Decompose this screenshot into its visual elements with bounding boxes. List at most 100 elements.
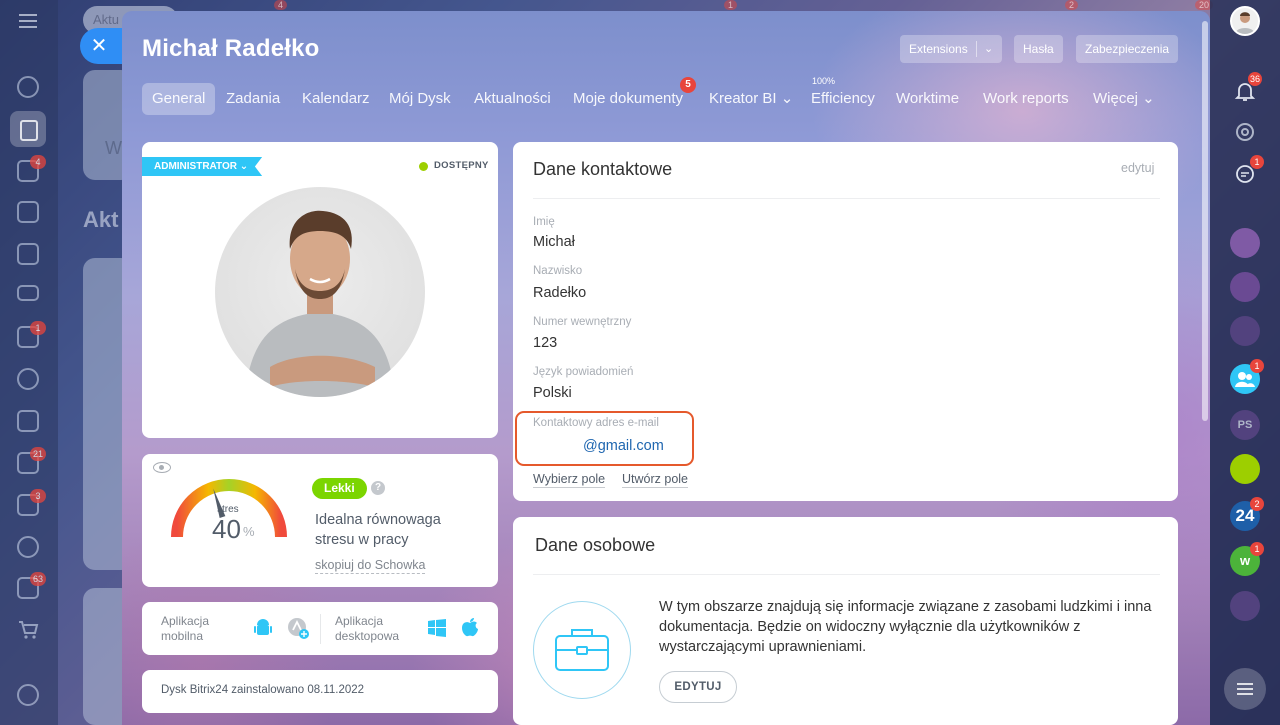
w-app-badge: 1	[1250, 542, 1264, 556]
copy-to-clipboard-link[interactable]: skopiuj do Schowka	[315, 558, 426, 574]
drive-icon[interactable]	[17, 285, 39, 301]
stress-value: 40	[212, 514, 241, 544]
briefcase-icon	[533, 601, 631, 699]
personal-data-card: Dane osobowe W tym obszarze znajdują się…	[513, 517, 1178, 725]
profile-avatar[interactable]	[215, 187, 425, 397]
stress-unit: %	[243, 524, 255, 539]
mobile-app-label: Aplikacja mobilna	[161, 614, 210, 643]
status-label: DOSTĘPNY	[434, 160, 489, 171]
divider	[533, 198, 1160, 199]
contact-section-title: Dane kontaktowe	[533, 159, 673, 179]
extension-number-label: Numer wewnętrzny	[533, 316, 632, 328]
notification-language-value: Polski	[533, 385, 572, 401]
personal-section-title: Dane osobowe	[535, 535, 656, 555]
status-indicator	[419, 162, 428, 171]
copilot-icon[interactable]	[1230, 591, 1260, 621]
chat-badge: 1	[1250, 155, 1264, 169]
background-heading: Akt	[83, 207, 119, 232]
scrollbar[interactable]	[1202, 21, 1208, 421]
tab-my-documents[interactable]: Moje dokumenty	[573, 83, 683, 115]
android-icon[interactable]	[254, 618, 272, 638]
chat-badge: 4	[30, 155, 46, 169]
copilot-icon[interactable]	[1230, 316, 1260, 346]
menu-icon	[1237, 683, 1253, 695]
menu-icon[interactable]	[19, 14, 37, 28]
settings-icon[interactable]	[17, 684, 39, 706]
contact-data-card: Dane kontaktowe edytuj Imię Michał Nazwi…	[513, 142, 1178, 501]
sidebar-menu-button[interactable]	[1224, 668, 1266, 710]
user-avatar[interactable]	[1230, 6, 1260, 36]
last-name-value: Radełko	[533, 285, 587, 301]
extension-number-value: 123	[533, 335, 558, 351]
tab-tasks[interactable]: Zadania	[226, 83, 280, 115]
drive-installed-text: Dysk Bitrix24 zainstalowano 08.11.2022	[161, 684, 365, 696]
mail-badge: 1	[30, 321, 46, 335]
cart-icon[interactable]	[17, 619, 39, 641]
first-name-value: Michał	[533, 234, 575, 250]
first-name-label: Imię	[533, 216, 555, 228]
filter-badge: 63	[30, 572, 47, 586]
apps-card: Aplikacja mobilna Aplikacja desktopowa	[142, 602, 498, 655]
personal-description: W tym obszarze znajdują się informacje z…	[659, 599, 1152, 655]
tab-work-reports[interactable]: Work reports	[983, 83, 1069, 115]
last-name-label: Nazwisko	[533, 265, 583, 277]
tab-news[interactable]: Aktualności	[474, 83, 551, 115]
tab-efficiency[interactable]: Efficiency	[811, 83, 875, 115]
chevron-down-icon[interactable]: ⌄	[984, 35, 993, 63]
background-badge: 1	[724, 0, 738, 10]
activity-icon[interactable]	[17, 76, 39, 98]
board-icon[interactable]	[17, 410, 39, 432]
tab-calendar[interactable]: Kalendarz	[302, 83, 370, 115]
stress-description: Idealna równowaga stresu w pracy	[315, 512, 441, 548]
left-sidebar: 4 1 21 3 63	[0, 0, 58, 725]
users-icon[interactable]	[17, 368, 39, 390]
tab-general[interactable]: General	[142, 83, 216, 115]
group-chat-badge: 1	[1250, 359, 1264, 373]
close-icon: ✕	[90, 35, 108, 57]
tab-worktime[interactable]: Worktime	[896, 83, 959, 115]
user-profile-slider: Michał Radełko Extensions ⌄ Hasła Zabezp…	[122, 11, 1210, 725]
windows-icon[interactable]	[428, 619, 446, 637]
edit-personal-button[interactable]: EDYTUJ	[659, 671, 737, 703]
choose-field-link[interactable]: Wybierz pole	[533, 472, 606, 488]
apple-icon[interactable]	[461, 617, 479, 637]
bitrix24-badge: 2	[1250, 497, 1264, 511]
contact-icon[interactable]	[1230, 228, 1260, 258]
close-slider-button[interactable]: ✕	[80, 28, 124, 64]
ps-avatar[interactable]: PS	[1230, 410, 1260, 440]
copilot-icon[interactable]	[1230, 117, 1260, 147]
person-photo	[245, 210, 395, 397]
crm-badge: 3	[30, 489, 46, 503]
notifications-badge: 36	[1248, 72, 1263, 86]
security-button[interactable]: Zabezpieczenia	[1076, 35, 1179, 63]
edit-contact-link[interactable]: edytuj	[1121, 161, 1154, 175]
profile-card: ADMINISTRATOR ⌄ DOSTĘPNY	[142, 142, 498, 438]
documents-badge: 5	[680, 77, 696, 93]
app-store-icon[interactable]	[287, 617, 309, 639]
stress-card: stres 40 % Lekki ? Idealna równowaga str…	[142, 454, 498, 587]
calendar-icon[interactable]	[17, 201, 39, 223]
feed-icon[interactable]	[10, 111, 46, 147]
tab-more[interactable]: Więcej ⌄	[1093, 83, 1155, 115]
chat-group-icon[interactable]	[1230, 454, 1260, 484]
desktop-app-label: Aplikacja desktopowa	[335, 614, 400, 643]
contact-icon[interactable]	[1230, 272, 1260, 302]
create-field-link[interactable]: Utwórz pole	[622, 472, 688, 488]
drive-info-card: Dysk Bitrix24 zainstalowano 08.11.2022	[142, 670, 498, 713]
stress-level-badge: Lekki	[312, 478, 367, 499]
help-icon[interactable]: ?	[371, 481, 385, 495]
divider	[320, 614, 321, 644]
tasks-badge: 21	[30, 447, 47, 461]
divider	[533, 574, 1160, 575]
document-icon[interactable]	[17, 243, 39, 265]
tab-my-drive[interactable]: Mój Dysk	[389, 83, 451, 115]
page-title: Michał Radełko	[142, 35, 320, 62]
extensions-button[interactable]: Extensions ⌄	[900, 35, 1002, 63]
target-icon[interactable]	[17, 536, 39, 558]
tab-bi-builder[interactable]: Kreator BI ⌄	[709, 83, 793, 115]
background-badge: 2	[1065, 0, 1079, 10]
passwords-button[interactable]: Hasła	[1014, 35, 1063, 63]
background-badge: 4	[274, 0, 288, 10]
admin-role-ribbon[interactable]: ADMINISTRATOR ⌄	[142, 157, 263, 176]
background-card-text: W	[105, 138, 122, 158]
